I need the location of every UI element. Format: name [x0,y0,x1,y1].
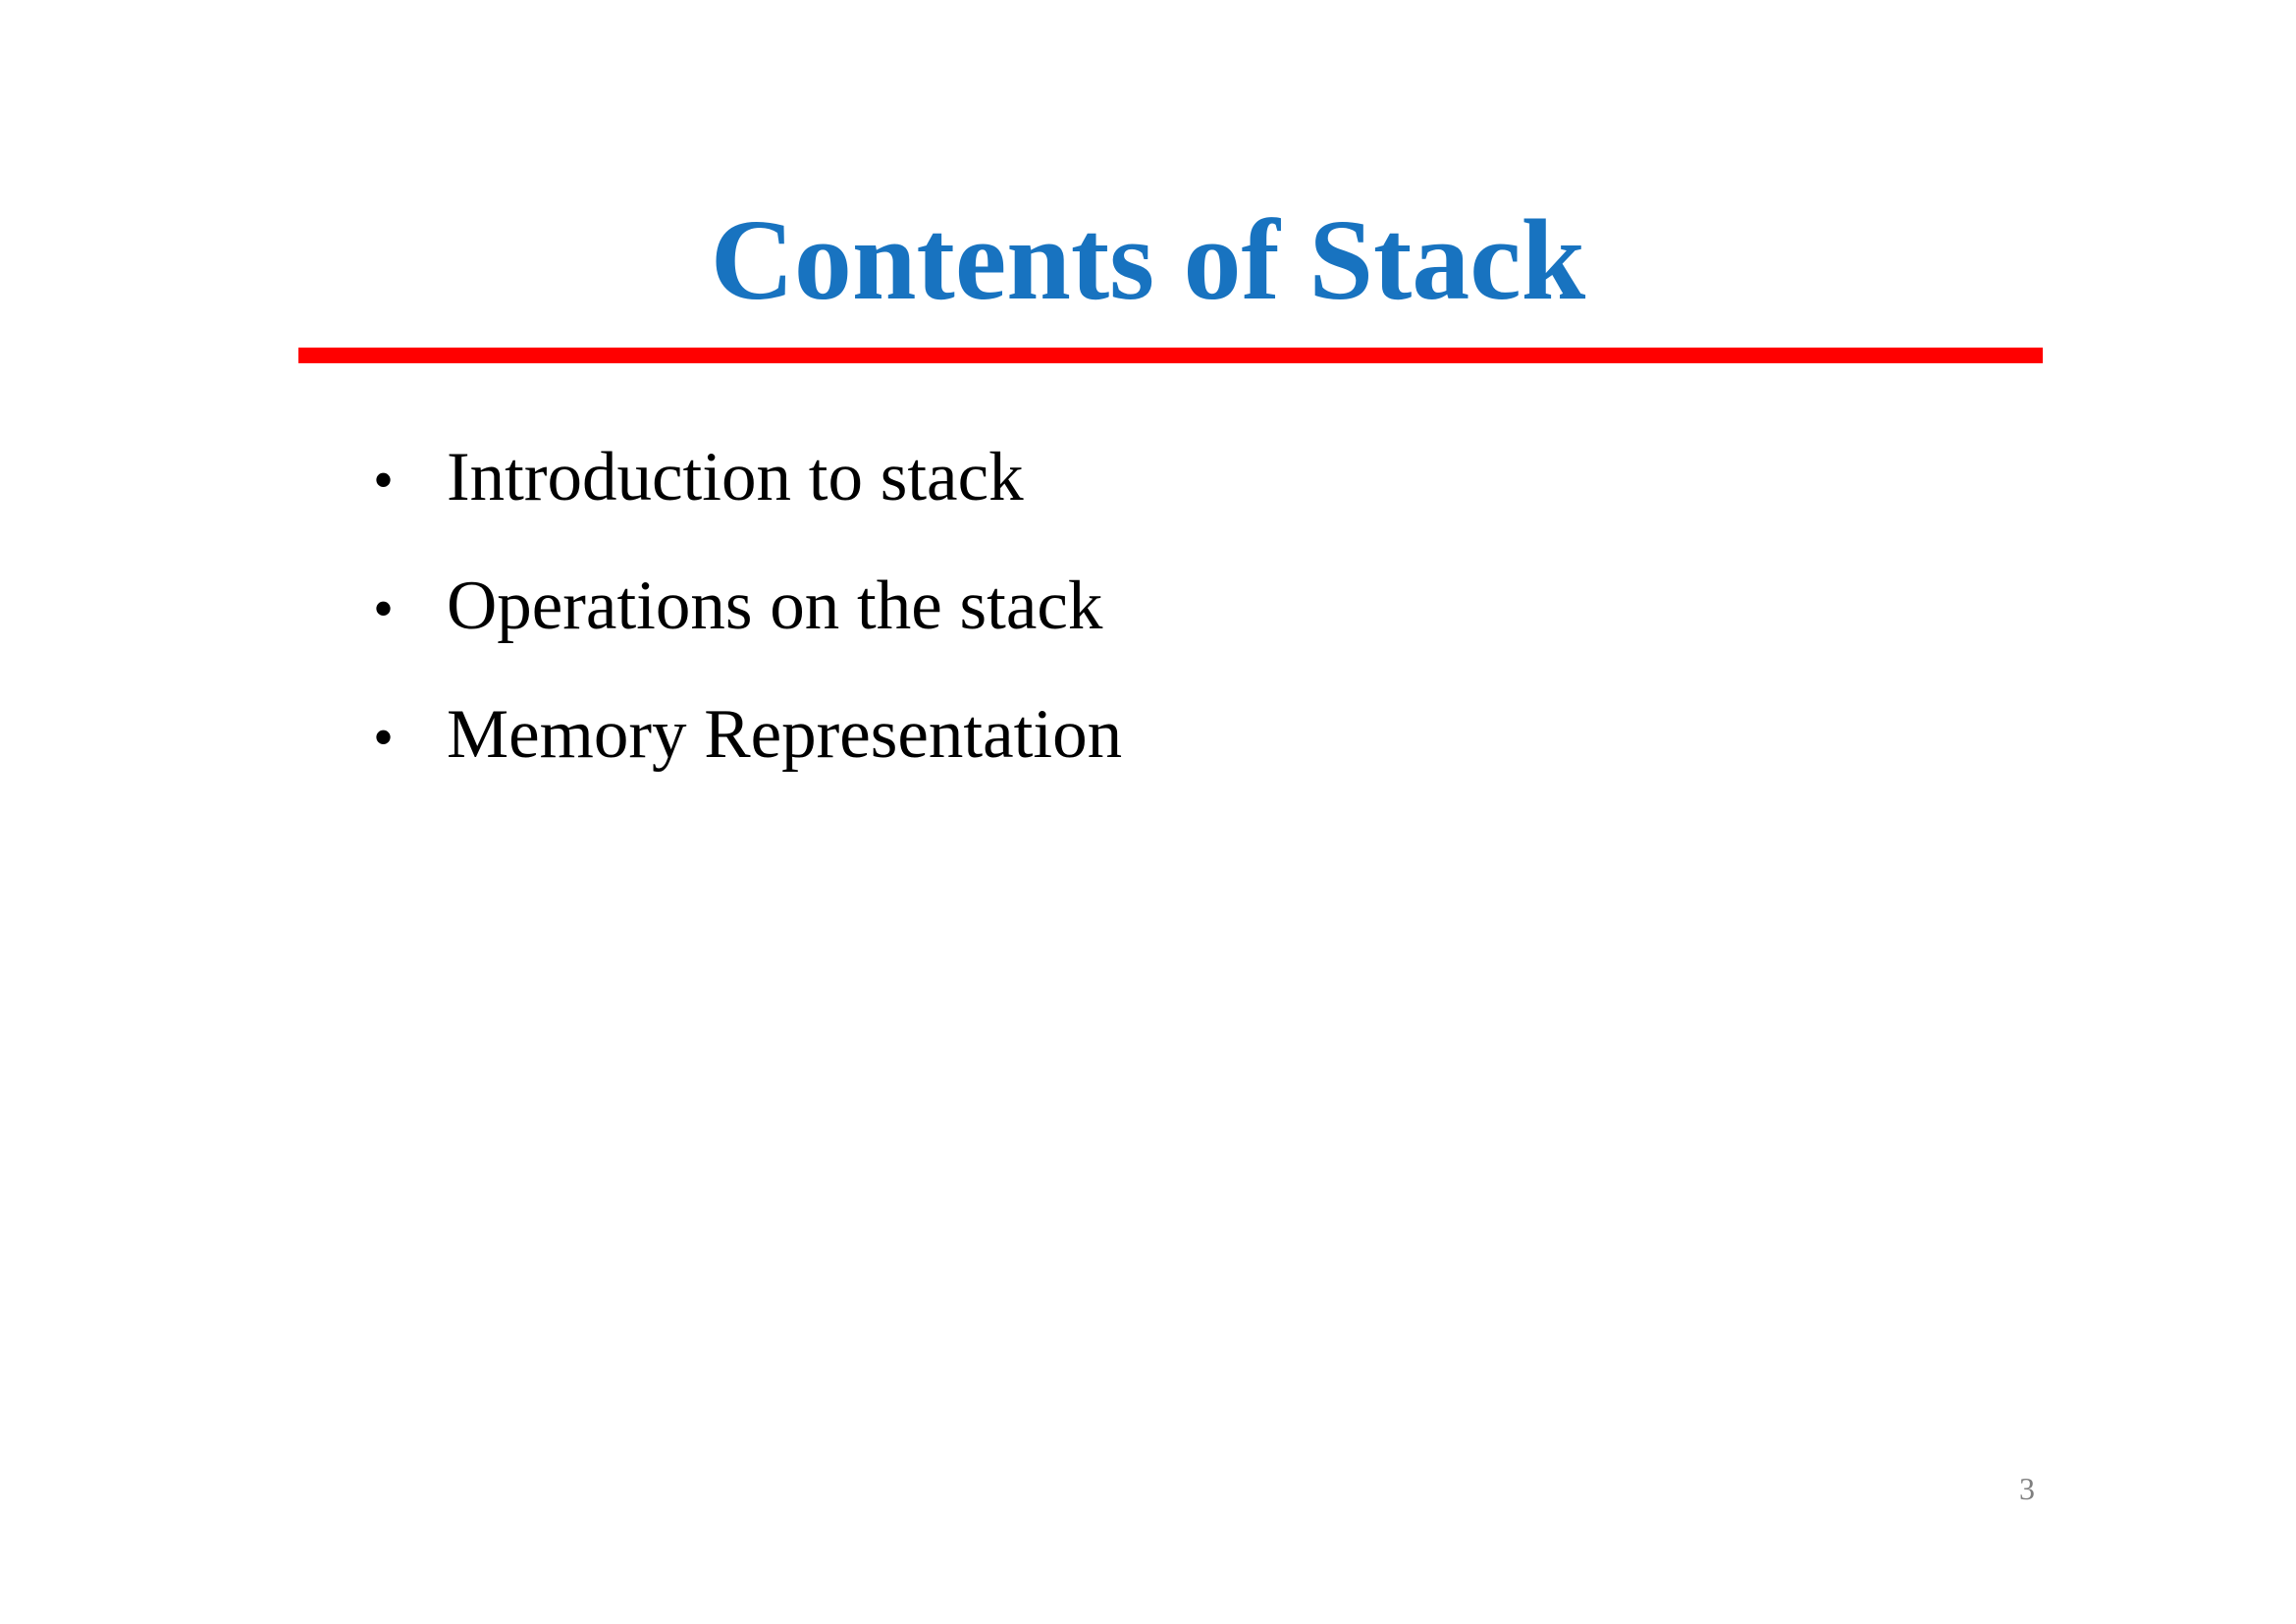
bullet-text: Operations on the stack [447,568,1103,644]
bullet-text: Memory Representation [447,696,1123,773]
slide: Contents of Stack • Introduction to stac… [0,0,2296,1624]
bullet-item: • Operations on the stack [373,559,1122,687]
page-number: 3 [2019,1471,2035,1506]
bullet-item: • Introduction to stack [373,430,1122,559]
bullet-text: Introduction to stack [447,439,1024,515]
title-underline-rule [298,348,2043,363]
bullet-list: • Introduction to stack • Operations on … [373,430,1122,816]
bullet-item: • Memory Representation [373,687,1122,816]
bullet-marker: • [373,576,395,641]
slide-title: Contents of Stack [710,195,1586,324]
bullet-marker: • [373,448,395,513]
bullet-marker: • [373,705,395,770]
